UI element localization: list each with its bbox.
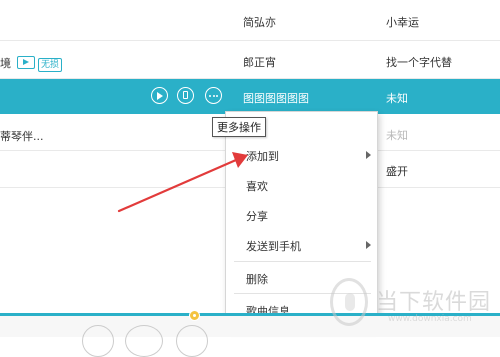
song-title: 境 [0,57,11,70]
menu-item-label: 分享 [246,210,268,223]
progress-knob[interactable] [189,310,200,321]
song-album[interactable]: 找一个字代替 [386,54,452,70]
menu-item-send-to-phone[interactable]: 发送到手机 [226,232,377,258]
next-button[interactable] [176,325,208,357]
prev-button[interactable] [82,325,114,357]
watermark: 当下软件园 www.downxia.com [330,274,500,334]
song-album[interactable]: 未知 [386,90,408,106]
menu-item-label: 喜欢 [246,180,268,193]
song-album[interactable]: 小幸运 [386,14,419,30]
menu-item-label: 删除 [246,273,268,286]
song-row-selected[interactable]: 图图图图图图 未知 [0,79,500,114]
menu-item-add-to[interactable]: 添加到 [226,142,377,168]
song-row[interactable]: 境 无损 郎正宵 找一个字代替 [0,41,500,79]
menu-divider [234,261,371,262]
song-artist[interactable]: 图图图图图图 [243,90,309,106]
more-actions-tooltip: 更多操作 [212,117,266,137]
phone-icon[interactable] [177,87,194,104]
watermark-logo-icon [330,278,368,326]
lossless-badge: 无损 [38,58,63,72]
submenu-arrow-icon [366,241,371,249]
song-artist[interactable]: 简弘亦 [243,14,276,30]
menu-item-label: 添加到 [246,150,279,163]
song-title-cell: 境 无损 [0,54,63,72]
submenu-arrow-icon [366,151,371,159]
menu-item-like[interactable]: 喜欢 [226,172,377,198]
song-album[interactable]: 盛开 [386,163,408,179]
song-title: 蒂琴伴... [0,130,44,143]
song-artist[interactable]: 郎正宵 [243,54,276,70]
song-album[interactable]: 未知 [386,127,408,143]
menu-item-share[interactable]: 分享 [226,202,377,228]
play-pause-button[interactable] [125,325,163,357]
song-row[interactable]: 简弘亦 小幸运 [0,0,500,41]
watermark-url: www.downxia.com [388,314,472,324]
watermark-text: 当下软件园 [376,290,492,315]
more-dots-icon[interactable] [205,87,222,104]
menu-item-label: 发送到手机 [246,240,301,253]
play-circle-icon[interactable] [151,87,168,104]
mv-icon[interactable] [17,56,35,69]
